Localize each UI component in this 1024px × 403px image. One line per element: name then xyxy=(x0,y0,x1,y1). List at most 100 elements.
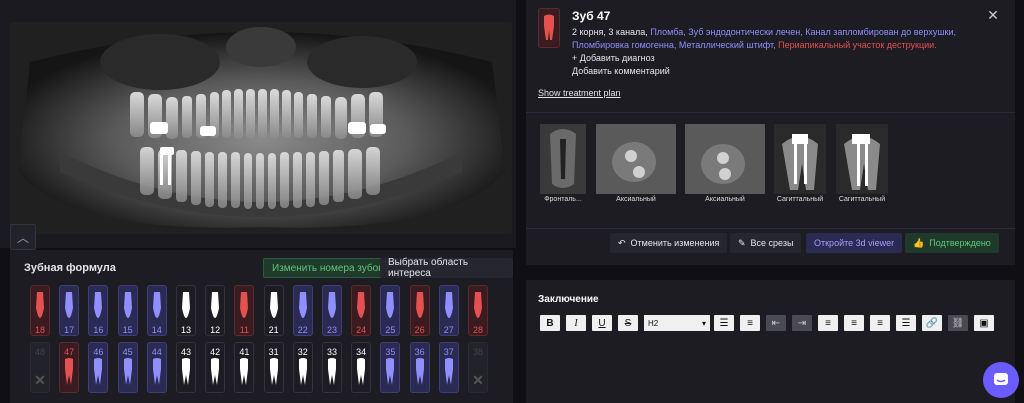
tooth-icon xyxy=(150,357,164,392)
tooth-42[interactable]: 42 xyxy=(205,342,226,393)
outdent-button[interactable]: ⇤ xyxy=(766,315,786,331)
tooth-46[interactable]: 46 xyxy=(88,342,109,393)
confirmed-button[interactable]: 👍 Подтверждено xyxy=(905,233,999,253)
tooth-number: 17 xyxy=(64,325,75,335)
tooth-number: 35 xyxy=(385,347,396,357)
tooth-number: 42 xyxy=(210,347,221,357)
slice-label: Сагиттальный xyxy=(776,196,824,203)
tooth-32[interactable]: 32 xyxy=(292,342,313,393)
diagnosis-tag[interactable]: Пломбировка гомогенна, xyxy=(572,40,676,50)
diagnosis-tag[interactable]: Зуб эндодонтически лечен, xyxy=(688,27,802,37)
divider xyxy=(526,228,1015,229)
italic-icon: I xyxy=(574,317,578,329)
tooth-12[interactable]: 12 xyxy=(205,285,226,336)
tooth-28[interactable]: 28 xyxy=(468,285,488,336)
tooth-36[interactable]: 36 xyxy=(409,342,430,393)
tooth-21[interactable]: 21 xyxy=(263,285,284,336)
diagnosis-tag[interactable]: Пломба, xyxy=(650,27,685,37)
tooth-number: 41 xyxy=(239,347,250,357)
bullet-list-button[interactable]: ☰ xyxy=(714,315,734,331)
tooth-48[interactable]: 48 ✕ xyxy=(30,342,50,393)
tooth-16[interactable]: 16 xyxy=(88,285,109,336)
align-right-button[interactable]: ≡ xyxy=(870,315,890,331)
tooth-47[interactable]: 47 xyxy=(59,342,80,393)
add-diagnosis-link[interactable]: + Добавить диагноз xyxy=(572,53,655,63)
slice-frontal[interactable]: Фронталь... xyxy=(540,124,586,210)
link-icon: 🔗 xyxy=(925,317,939,329)
slice-axial-2[interactable]: Аксиальный xyxy=(685,124,765,210)
tooth-37[interactable]: 37 xyxy=(438,342,459,393)
tooth-11[interactable]: 11 xyxy=(234,285,255,336)
tooth-24[interactable]: 24 xyxy=(351,285,372,336)
tooth-icon xyxy=(179,290,193,325)
close-button[interactable]: ✕ xyxy=(983,5,1003,25)
tooth-icon xyxy=(62,357,76,392)
heading-select[interactable]: H2 ▾ xyxy=(644,315,710,331)
open-3d-label: Откройте 3d viewer xyxy=(814,238,895,248)
tooth-35[interactable]: 35 xyxy=(380,342,401,393)
chat-support-button[interactable] xyxy=(983,362,1019,398)
missing-tooth-icon: ✕ xyxy=(472,372,484,388)
indent-button[interactable]: ⇥ xyxy=(792,315,812,331)
tooth-icon xyxy=(354,357,368,392)
conclusion-title: Заключение xyxy=(538,294,599,305)
link-button[interactable]: 🔗 xyxy=(922,315,942,331)
diagnosis-tag[interactable]: Металлический штифт, xyxy=(679,40,776,50)
tooth-45[interactable]: 45 xyxy=(117,342,138,393)
slice-axial-1[interactable]: Аксиальный xyxy=(596,124,676,210)
tooth-number: 16 xyxy=(93,325,104,335)
panoramic-xray-image[interactable] xyxy=(10,22,512,234)
tooth-34[interactable]: 34 xyxy=(351,342,372,393)
align-center-button[interactable]: ≡ xyxy=(844,315,864,331)
tooth-icon xyxy=(208,357,222,392)
tooth-25[interactable]: 25 xyxy=(380,285,401,336)
tooth-31[interactable]: 31 xyxy=(263,342,284,393)
tooth-13[interactable]: 13 xyxy=(176,285,196,336)
all-slices-button[interactable]: ✎ Все срезы xyxy=(730,233,802,253)
tooth-icon xyxy=(150,290,164,325)
align-left-button[interactable]: ≡ xyxy=(818,315,838,331)
slice-sagittal-1[interactable]: Сагиттальный xyxy=(774,124,826,210)
open-3d-viewer-button[interactable]: Откройте 3d viewer xyxy=(806,233,903,253)
tooth-number: 43 xyxy=(180,347,191,357)
tooth-14[interactable]: 14 xyxy=(146,285,167,336)
outdent-icon: ⇤ xyxy=(771,317,781,329)
numbered-list-button[interactable]: ≡ xyxy=(740,315,760,331)
tooth-number: 38 xyxy=(472,347,483,357)
slice-image xyxy=(774,124,826,194)
diagnosis-tag-pathology[interactable]: Периапикальный участок деструкции. xyxy=(778,40,937,50)
indent-icon: ⇥ xyxy=(797,317,807,329)
underline-button[interactable]: U xyxy=(592,315,612,331)
tooth-44[interactable]: 44 xyxy=(146,342,167,393)
show-treatment-plan-link[interactable]: Show treatment plan xyxy=(538,88,621,98)
tooth-badge xyxy=(538,8,560,48)
tooth-15[interactable]: 15 xyxy=(117,285,138,336)
tooth-22[interactable]: 22 xyxy=(292,285,313,336)
change-tooth-numbers-button[interactable]: Изменить номера зубов xyxy=(263,258,393,278)
chat-icon xyxy=(994,373,1008,385)
image-button[interactable]: ▣ xyxy=(974,315,994,331)
slice-sagittal-2[interactable]: Сагиттальный xyxy=(836,124,888,210)
tooth-38[interactable]: 38 ✕ xyxy=(468,342,488,393)
tooth-18[interactable]: 18 xyxy=(30,285,50,336)
undo-changes-button[interactable]: ↶ Отменить изменения xyxy=(610,233,728,253)
tooth-26[interactable]: 26 xyxy=(409,285,430,336)
strikethrough-button[interactable]: S xyxy=(618,315,638,331)
conclusion-panel: Заключение B I U S H2 ▾ ☰ ≡ ⇤ ⇥ ≡ ≡ ≡ ☰ … xyxy=(526,280,1015,403)
tooth-41[interactable]: 41 xyxy=(234,342,255,393)
tooth-33[interactable]: 33 xyxy=(322,342,342,393)
bold-button[interactable]: B xyxy=(540,315,560,331)
add-comment-link[interactable]: Добавить комментарий xyxy=(572,66,670,76)
italic-button[interactable]: I xyxy=(566,315,586,331)
unlink-button[interactable]: ⛓ xyxy=(948,315,968,331)
collapse-button[interactable]: ︿ xyxy=(10,224,36,250)
tooth-23[interactable]: 23 xyxy=(322,285,342,336)
select-area-of-interest-button[interactable]: Выбрать область интереса xyxy=(380,257,513,279)
tooth-43[interactable]: 43 xyxy=(176,342,196,393)
tooth-17[interactable]: 17 xyxy=(59,285,80,336)
tooth-icon xyxy=(325,357,339,392)
align-justify-button[interactable]: ☰ xyxy=(896,315,916,331)
tooth-27[interactable]: 27 xyxy=(438,285,459,336)
diagnosis-tag[interactable]: Канал запломбирован до верхушки, xyxy=(805,27,956,37)
underline-icon: U xyxy=(598,317,606,329)
